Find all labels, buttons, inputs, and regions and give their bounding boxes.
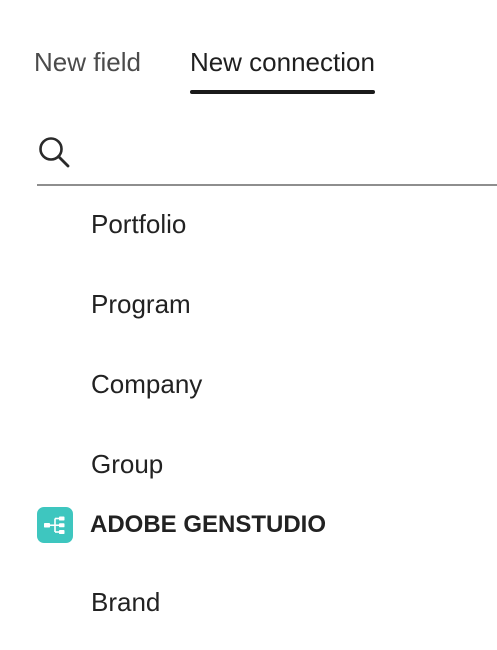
genstudio-hierarchy-icon xyxy=(37,507,73,543)
list-item-label: Program xyxy=(91,289,191,319)
section-title: ADOBE GENSTUDIO xyxy=(90,511,327,538)
list-item-label: Brand xyxy=(91,587,161,617)
tab-new-field-label: New field xyxy=(34,47,141,77)
list-item-portfolio[interactable]: Portfolio xyxy=(91,204,186,244)
hierarchy-icon xyxy=(44,516,65,534)
section-header-adobe-genstudio: ADOBE GENSTUDIO xyxy=(37,506,326,544)
list-item-program[interactable]: Program xyxy=(91,284,191,324)
tab-bar: New field New connection xyxy=(34,42,375,96)
list-item-label: Company xyxy=(91,369,203,399)
tab-new-field[interactable]: New field xyxy=(34,42,141,94)
search-icon xyxy=(39,137,70,168)
tab-new-connection[interactable]: New connection xyxy=(189,42,375,94)
list-item-label: Group xyxy=(91,449,164,479)
list-item-group[interactable]: Group xyxy=(91,444,163,484)
selected-tab-indicator xyxy=(189,90,375,94)
list-item-brand[interactable]: Brand xyxy=(91,582,160,622)
search-field[interactable] xyxy=(37,128,497,186)
new-connection-panel: New field New connection Portfolio Progr… xyxy=(0,0,497,650)
tab-new-connection-label: New connection xyxy=(189,47,375,77)
search-input[interactable] xyxy=(83,133,483,173)
list-item-label: Portfolio xyxy=(91,209,187,239)
list-item-company[interactable]: Company xyxy=(91,364,202,404)
